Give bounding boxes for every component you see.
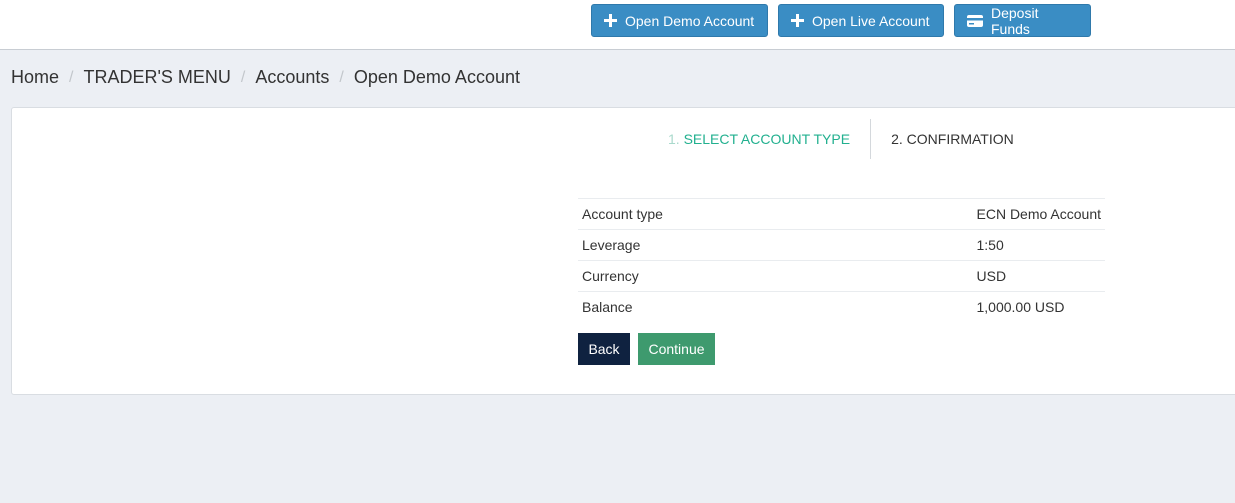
account-panel: 1. SELECT ACCOUNT TYPE 2. CONFIRMATION A… (11, 107, 1235, 395)
step-1-label: SELECT ACCOUNT TYPE (683, 131, 851, 147)
account-type-label: Account type (582, 206, 663, 222)
form-actions: Back Continue (578, 333, 715, 365)
back-button[interactable]: Back (578, 333, 630, 365)
plus-icon (791, 14, 804, 27)
balance-value: 1,000.00 USD (976, 299, 1065, 315)
breadcrumb-current: Open Demo Account (353, 67, 520, 87)
step-1-number: 1. (668, 131, 680, 147)
step-2-label: CONFIRMATION (906, 131, 1014, 147)
table-row: Account type ECN Demo Account (578, 198, 1105, 230)
step-2-number: 2. (891, 131, 903, 147)
top-bar: Open Demo Account Open Live Account Depo… (0, 0, 1235, 50)
open-demo-account-button[interactable]: Open Demo Account (591, 4, 768, 37)
open-live-account-label: Open Live Account (812, 12, 930, 29)
breadcrumb-separator: / (240, 68, 246, 86)
table-row: Currency USD (578, 260, 1105, 292)
table-row: Leverage 1:50 (578, 229, 1105, 261)
deposit-funds-label: Deposit Funds (991, 4, 1039, 37)
breadcrumb: Home / TRADER'S MENU / Accounts / Open D… (11, 67, 520, 88)
table-row: Balance 1,000.00 USD (578, 291, 1105, 323)
step-confirmation: 2. CONFIRMATION (871, 119, 1014, 159)
currency-label: Currency (582, 268, 639, 284)
account-type-value: ECN Demo Account (976, 206, 1102, 222)
account-summary-table: Account type ECN Demo Account Leverage 1… (578, 198, 1105, 322)
open-demo-account-label: Open Demo Account (625, 12, 755, 29)
breadcrumb-separator: / (69, 68, 74, 86)
wizard-steps: 1. SELECT ACCOUNT TYPE 2. CONFIRMATION (668, 119, 1014, 159)
step-select-account-type: 1. SELECT ACCOUNT TYPE (668, 119, 872, 159)
deposit-funds-button[interactable]: Deposit Funds (954, 4, 1091, 37)
balance-label: Balance (582, 299, 633, 315)
breadcrumb-accounts[interactable]: Accounts (255, 67, 329, 88)
open-live-account-button[interactable]: Open Live Account (778, 4, 944, 37)
currency-value: USD (976, 268, 1007, 284)
leverage-value: 1:50 (976, 237, 1004, 253)
breadcrumb-traders-menu[interactable]: TRADER'S MENU (83, 67, 230, 88)
breadcrumb-separator: / (339, 68, 344, 86)
credit-card-icon (967, 14, 983, 27)
leverage-label: Leverage (582, 237, 641, 253)
plus-icon (604, 14, 617, 27)
breadcrumb-home[interactable]: Home (11, 67, 59, 88)
continue-button[interactable]: Continue (638, 333, 715, 365)
